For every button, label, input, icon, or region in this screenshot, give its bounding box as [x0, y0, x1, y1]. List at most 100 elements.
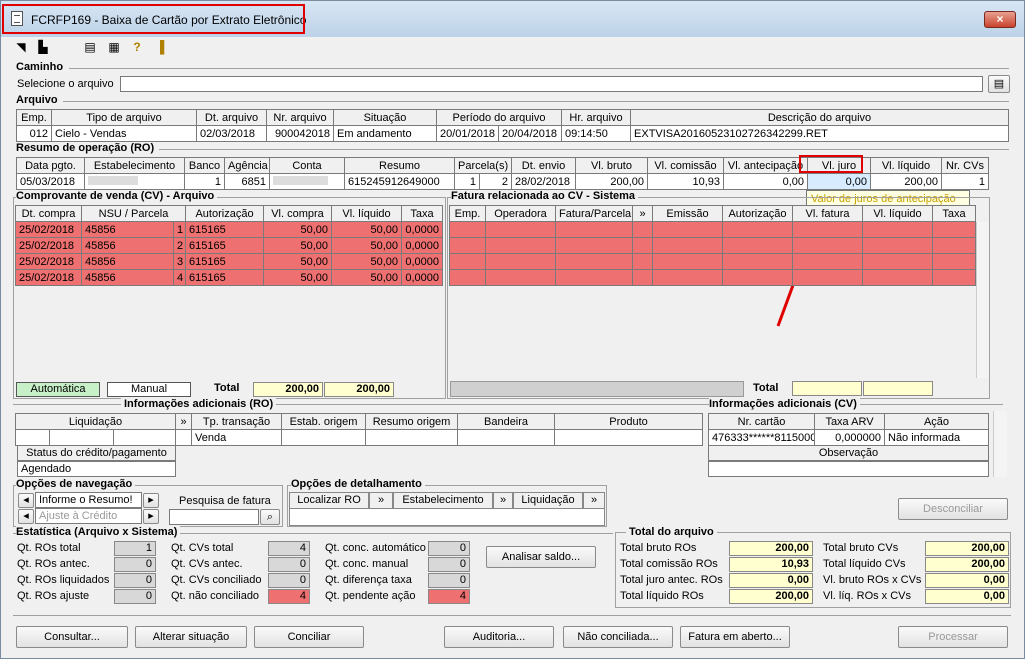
prev-arrow-icon[interactable]: ◂ [18, 509, 34, 524]
cv-row[interactable]: 25/02/2018 45856 4 615165 50,00 50,00 0,0000 [15, 269, 443, 286]
total-label: Total líquido CVs [823, 558, 906, 570]
cv-row[interactable]: 25/02/2018 45856 1 615165 50,00 50,00 0,0000 [15, 221, 443, 238]
ro-row[interactable]: 05/03/2018 1 6851 615245912649000 1 2 28… [16, 173, 989, 190]
auditoria-button[interactable]: Auditoria... [444, 626, 554, 648]
detalhe-section-title: Opções de detalhamento [291, 478, 425, 490]
select-file-label: Selecione o arquivo [17, 78, 114, 90]
pesquisa-fatura-input[interactable] [169, 509, 259, 525]
info-scrollbar[interactable] [993, 411, 1007, 477]
fatura-aberto-button[interactable]: Fatura em aberto... [680, 626, 790, 648]
cell: Em andamento [333, 125, 437, 142]
estab-expand-icon[interactable]: » [493, 492, 513, 509]
header-periodo: Período do arquivo [435, 109, 563, 126]
cell: 20/01/2018 [436, 125, 499, 142]
header-acao: Ação [884, 413, 989, 430]
stat-label: Qt. ROs liquidados [17, 574, 110, 586]
total-value: 0,00 [925, 573, 1009, 588]
stat-value-alert: 4 [428, 589, 470, 604]
next-arrow-icon[interactable]: ▸ [143, 509, 159, 524]
cell: 4 [172, 269, 187, 286]
analisar-saldo-button[interactable]: Analisar saldo... [486, 546, 596, 568]
first-record-icon[interactable]: ◥ [14, 41, 28, 54]
info-cv-section-title: Informações adicionais (CV) [709, 398, 860, 410]
search-icon[interactable]: ⌕ [260, 509, 280, 525]
stat-label: Qt. ROs ajuste [17, 590, 90, 602]
header-emissao: Emissão [652, 205, 723, 222]
header-vl-comissao: Vl. comissão [647, 157, 724, 174]
header-dt-arquivo: Dt. arquivo [196, 109, 267, 126]
conciliar-button[interactable]: Conciliar [254, 626, 364, 648]
nav-ajuste-select[interactable]: Ajuste à Crédito [35, 508, 142, 524]
nav-resumo-select[interactable]: Informe o Resumo! [35, 492, 142, 508]
cell: 25/02/2018 [15, 237, 82, 254]
consultar-button[interactable]: Consultar... [16, 626, 128, 648]
alterar-situacao-button[interactable]: Alterar situação [135, 626, 247, 648]
total-section-title: Total do arquivo [626, 526, 717, 538]
cell: 20/04/2018 [497, 125, 563, 142]
stat-value: 0 [428, 541, 470, 556]
fatura-row[interactable] [449, 269, 976, 286]
exit-icon[interactable]: ▐ [153, 41, 167, 54]
fatura-scrollbar[interactable] [976, 222, 989, 378]
header-emp: Emp. [16, 109, 52, 126]
cell: 50,00 [331, 237, 403, 254]
close-button[interactable]: × [984, 11, 1016, 28]
cell: 615165 [185, 237, 265, 254]
fatura-row[interactable] [449, 253, 976, 270]
undo-icon[interactable]: ▙ [36, 41, 50, 54]
nao-conciliada-button[interactable]: Não conciliada... [563, 626, 673, 648]
grid-icon[interactable]: ▦ [107, 41, 121, 54]
cv-row[interactable]: 25/02/2018 45856 3 615165 50,00 50,00 0,0000 [15, 253, 443, 270]
processar-button[interactable]: Processar [898, 626, 1008, 648]
arquivo-section-title: Arquivo [16, 94, 58, 106]
cell: 012 [16, 125, 52, 142]
total-label: Total líquido ROs [620, 590, 704, 602]
cell: 1 [184, 173, 225, 190]
cell: Cielo - Vendas [51, 125, 197, 142]
desconciliar-button[interactable]: Desconciliar [898, 498, 1008, 520]
cell: Não informada [884, 429, 989, 446]
print-icon[interactable]: ▤ [83, 41, 97, 54]
total-value: 10,93 [729, 557, 813, 572]
cell: EXTVISA20160523102726342299.RET [630, 125, 1009, 142]
cell: 3 [172, 253, 187, 270]
fatura-row[interactable] [449, 221, 976, 238]
header-estabelecimento: Estabelecimento [84, 157, 185, 174]
status-credito-value: Agendado [17, 461, 176, 477]
file-path-input[interactable] [120, 76, 983, 92]
next-arrow-icon[interactable]: ▸ [143, 493, 159, 508]
cell: 1 [941, 173, 989, 190]
cell: 25/02/2018 [15, 269, 82, 286]
observacao-input[interactable] [708, 461, 989, 477]
stat-label: Qt. conc. manual [325, 558, 409, 570]
arquivo-row[interactable]: 012 Cielo - Vendas 02/03/2018 900042018 … [16, 125, 1009, 142]
fatura-hscroll[interactable] [450, 381, 744, 397]
localizar-expand-icon[interactable]: » [369, 492, 393, 509]
info-ro-row[interactable]: Venda [15, 429, 703, 446]
cv-total-compra: 200,00 [253, 382, 323, 397]
stat-label: Qt. CVs total [171, 542, 234, 554]
fatura-section-title: Fatura relacionada ao CV - Sistema [451, 190, 639, 202]
prev-arrow-icon[interactable]: ◂ [18, 493, 34, 508]
header-taxa: Taxa [401, 205, 443, 222]
header-nsu-parcela: NSU / Parcela [80, 205, 187, 222]
header-taxa: Taxa [932, 205, 976, 222]
liquidacao-expand-icon[interactable]: » [583, 492, 605, 509]
cell: 05/03/2018 [16, 173, 85, 190]
caminho-section-title: Caminho [16, 61, 64, 73]
header-tipo-arquivo: Tipo de arquivo [51, 109, 197, 126]
header-expand[interactable]: » [175, 413, 193, 430]
stat-label: Qt. ROs antec. [17, 558, 90, 570]
total-label: Total comissão ROs [620, 558, 718, 570]
ro-section-title: Resumo de operação (RO) [16, 142, 155, 154]
header-expand[interactable]: » [632, 205, 653, 222]
cv-row[interactable]: 25/02/2018 45856 2 615165 50,00 50,00 0,0000 [15, 237, 443, 254]
header-resumo: Resumo [344, 157, 455, 174]
info-cv-row[interactable]: 476333******8115000 0,000000 Não informa… [708, 429, 989, 446]
cell: 50,00 [263, 269, 333, 286]
fatura-row[interactable] [449, 237, 976, 254]
stat-value: 0 [114, 557, 156, 572]
browse-file-icon[interactable]: ▤ [988, 75, 1010, 93]
header-vl-antecipacao: Vl. antecipação [723, 157, 808, 174]
help-icon[interactable]: ? [130, 41, 144, 54]
